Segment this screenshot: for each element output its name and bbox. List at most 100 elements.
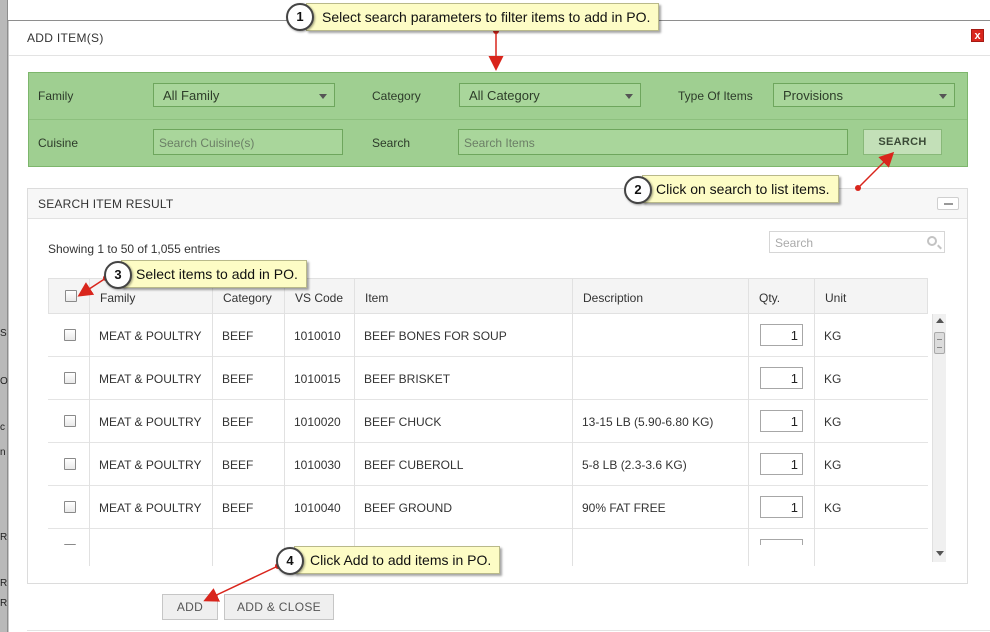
cell-description: 90% FAT FREE [582, 501, 666, 515]
table-search-placeholder: Search [775, 236, 814, 250]
add-button[interactable]: ADD [162, 594, 218, 620]
cell-category: BEEF [222, 415, 254, 429]
scroll-down-icon[interactable] [936, 551, 944, 556]
cell-family: MEAT & POULTRY [99, 501, 202, 515]
callout-3: Select items to add in PO. [121, 260, 307, 288]
cell-family: MEAT & POULTRY [99, 458, 202, 472]
cell-category: BEEF [222, 501, 254, 515]
close-icon[interactable]: x [971, 29, 984, 42]
callout-2: Click on search to list items. [642, 175, 839, 203]
table-row[interactable]: MEAT & POULTRY BEEF 1010020 BEEF CHUCK 13-15… [48, 400, 928, 443]
collapse-icon[interactable] [937, 197, 959, 210]
search-item-result-panel: SEARCH ITEM RESULT Showing 1 to 50 of 1,… [27, 188, 968, 584]
column-divider [748, 278, 749, 566]
table-row[interactable]: MEAT & POULTRY BEEF 1010040 BEEF GROUND 90% … [48, 486, 928, 529]
qty-input[interactable]: 1 [760, 453, 803, 475]
row-checkbox[interactable] [64, 458, 76, 470]
callout-2-text: Click on search to list items. [656, 181, 830, 197]
modal-title: ADD ITEM(S) [27, 31, 104, 45]
type-of-items-select[interactable]: Provisions [773, 83, 955, 107]
qty-input[interactable]: 1 [760, 324, 803, 346]
row-checkbox[interactable] [64, 501, 76, 513]
cell-unit: KG [824, 372, 842, 386]
footer-divider [27, 630, 990, 631]
cell-unit: KG [824, 415, 842, 429]
row-checkbox[interactable] [64, 415, 76, 427]
background-fragment: c [0, 422, 5, 433]
cell-description: 13-15 LB (5.90-6.80 KG) [582, 415, 714, 429]
column-divider [89, 278, 90, 566]
cell-family: MEAT & POULTRY [99, 415, 202, 429]
chevron-down-icon [939, 94, 947, 99]
qty-input[interactable]: 1 [760, 367, 803, 389]
cell-vs-code: 1010010 [294, 329, 341, 343]
search-button[interactable]: SEARCH [863, 129, 942, 155]
callout-4-badge: 4 [276, 547, 304, 575]
cell-item: BEEF ROUND TOPSIDE [364, 544, 498, 545]
family-select-value: All Family [163, 88, 220, 103]
background-fragment: R [0, 578, 8, 589]
callout-3-text: Select items to add in PO. [136, 266, 298, 282]
cell-unit: KG [824, 329, 842, 343]
filter-panel: Family All Family Category All Category … [28, 72, 968, 167]
category-select[interactable]: All Category [459, 83, 641, 107]
cell-item: BEEF CHUCK [364, 415, 442, 429]
add-and-close-button[interactable]: ADD & CLOSE [224, 594, 334, 620]
search-label: Search [372, 136, 411, 150]
callout-4-text: Click Add to add items in PO. [310, 552, 492, 568]
cell-vs-code: 1010020 [294, 415, 341, 429]
cell-description: 16-25 LB (7.3-11.3 KG) [582, 544, 706, 545]
column-divider [814, 278, 815, 566]
background-page-edge: S O c n R R R [0, 0, 8, 632]
cell-family: MEAT & POULTRY [99, 329, 202, 343]
cell-vs-code: 1010040 [294, 501, 341, 515]
cell-category: BEEF [222, 372, 254, 386]
row-checkbox[interactable] [64, 329, 76, 341]
table-body: MEAT & POULTRY BEEF 1010010 BEEF BONES FOR … [48, 278, 928, 566]
row-checkbox[interactable] [64, 372, 76, 384]
qty-input[interactable]: 1 [760, 496, 803, 518]
background-fragment: S [0, 328, 7, 339]
column-divider [212, 278, 213, 566]
cell-description: 5-8 LB (2.3-3.6 KG) [582, 458, 687, 472]
table-search-input[interactable]: Search [769, 231, 945, 253]
callout-1-text: Select search parameters to filter items… [322, 9, 651, 25]
cell-vs-code: 1010030 [294, 458, 341, 472]
qty-input[interactable]: 1 [760, 539, 803, 545]
cell-family: MEAT & POULTRY [99, 544, 201, 545]
background-fragment: R [0, 532, 8, 543]
table-row[interactable]: MEAT & POULTRY BEEF 1010030 BEEF CUBEROLL 5-… [48, 443, 928, 486]
entries-info: Showing 1 to 50 of 1,055 entries [48, 242, 221, 256]
cuisine-input[interactable]: Search Cuisine(s) [153, 129, 343, 155]
column-divider [572, 278, 573, 566]
chevron-down-icon [319, 94, 327, 99]
search-items-input[interactable]: Search Items [458, 129, 848, 155]
row-checkbox[interactable] [64, 544, 76, 545]
cell-category: BEEF [222, 544, 253, 545]
cell-vs-code: 1010050 [294, 544, 341, 545]
cell-family: MEAT & POULTRY [99, 372, 202, 386]
callout-1: Select search parameters to filter items… [306, 3, 660, 31]
family-select[interactable]: All Family [153, 83, 335, 107]
table-scrollbar[interactable] [932, 314, 946, 562]
callout-2-badge: 2 [624, 176, 652, 204]
cell-category: BEEF [222, 329, 254, 343]
search-icon [927, 236, 937, 246]
cell-item: BEEF CUBEROLL [364, 458, 464, 472]
qty-input[interactable]: 1 [760, 410, 803, 432]
cell-item: BEEF BONES FOR SOUP [364, 329, 507, 343]
cell-item: BEEF GROUND [364, 501, 453, 515]
type-of-items-select-value: Provisions [783, 88, 843, 103]
table-row[interactable]: MEAT & POULTRY BEEF 1010010 BEEF BONES FOR … [48, 314, 928, 357]
filter-row-divider [29, 119, 967, 120]
category-select-value: All Category [469, 88, 540, 103]
background-fragment: R [0, 598, 8, 609]
scroll-thumb[interactable] [934, 332, 945, 354]
cuisine-label: Cuisine [38, 136, 79, 150]
table-row[interactable]: MEAT & POULTRY BEEF 1010015 BEEF BRISKET KG 1 [48, 357, 928, 400]
scroll-up-icon[interactable] [936, 318, 944, 323]
callout-4: Click Add to add items in PO. [294, 546, 501, 574]
column-divider [354, 278, 355, 566]
callout-3-badge: 3 [104, 261, 132, 289]
table-row[interactable]: MEAT & POULTRY BEEF 1010050 BEEF ROUND TOPS… [48, 529, 928, 545]
